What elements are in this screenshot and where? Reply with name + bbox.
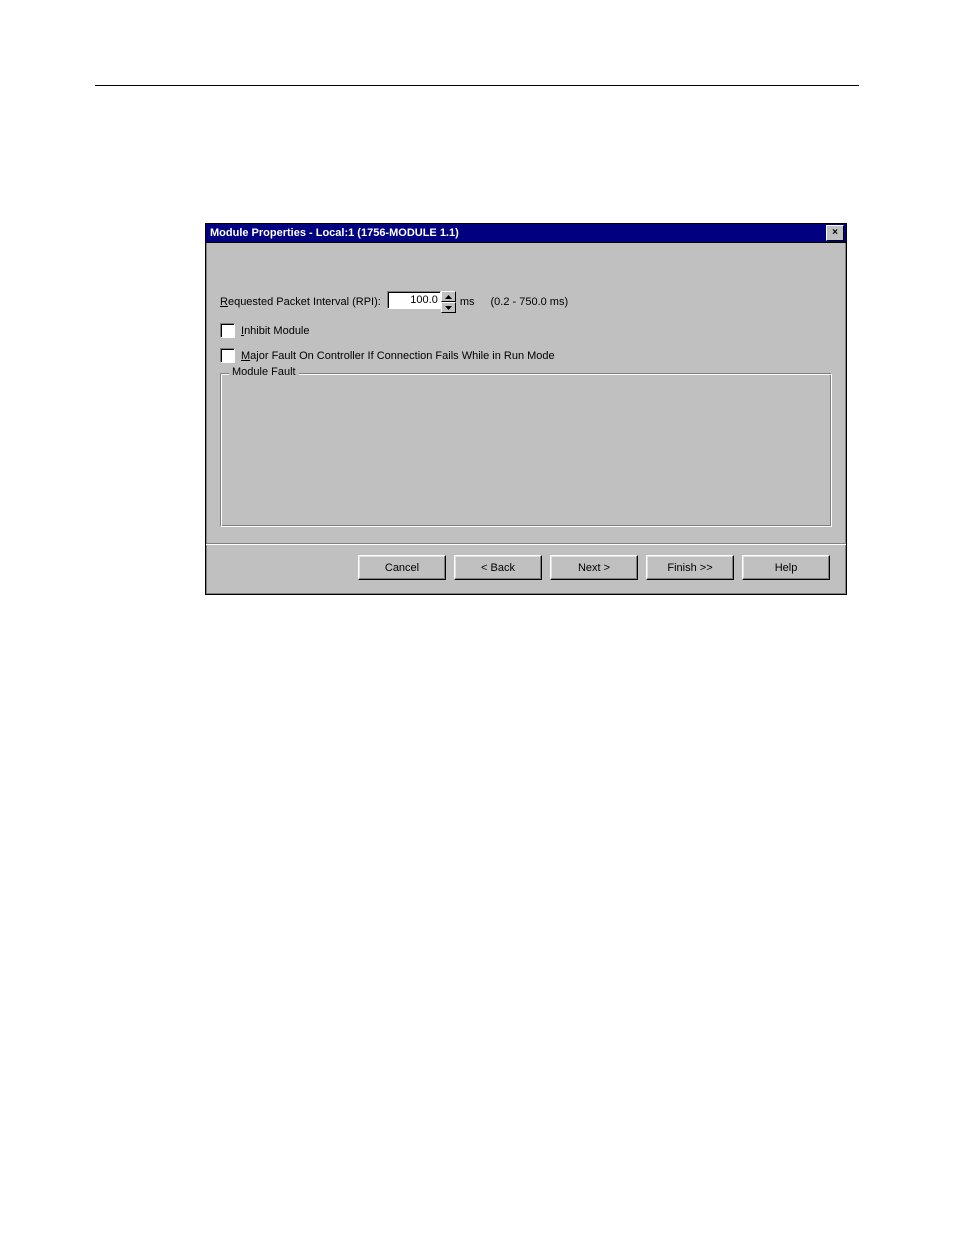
rpi-range: (0.2 - 750.0 ms) [490,296,568,308]
rpi-unit: ms [460,296,475,308]
dialog-title: Module Properties - Local:1 (1756-MODULE… [210,227,459,239]
rpi-spin-wrap: 100.0 [387,291,456,313]
close-icon: × [832,228,838,238]
rpi-input[interactable]: 100.0 [387,291,441,309]
module-fault-legend: Module Fault [229,366,299,378]
finish-button[interactable]: Finish >> [646,555,734,580]
major-fault-label: Major Fault On Controller If Connection … [241,350,555,362]
close-button[interactable]: × [826,225,844,241]
major-fault-row: Major Fault On Controller If Connection … [220,348,832,363]
module-properties-dialog: Module Properties - Local:1 (1756-MODULE… [205,223,847,595]
rpi-spin-up-button[interactable] [441,291,456,302]
inhibit-module-label: Inhibit Module [241,325,310,337]
cancel-button[interactable]: Cancel [358,555,446,580]
major-fault-checkbox[interactable] [220,348,235,363]
inhibit-module-checkbox[interactable] [220,323,235,338]
help-button[interactable]: Help [742,555,830,580]
rpi-label: Requested Packet Interval (RPI): [220,296,381,308]
back-button[interactable]: < Back [454,555,542,580]
dialog-body: Requested Packet Interval (RPI): 100.0 m… [206,243,846,594]
inhibit-module-row: Inhibit Module [220,323,832,338]
rpi-spinner [441,291,456,313]
page-top-rule [95,85,859,86]
button-row: Cancel < Back Next > Finish >> Help [220,555,832,582]
button-separator [206,543,846,545]
rpi-row: Requested Packet Interval (RPI): 100.0 m… [220,291,832,313]
chevron-up-icon [445,295,452,299]
next-button[interactable]: Next > [550,555,638,580]
rpi-spin-down-button[interactable] [441,302,456,313]
titlebar: Module Properties - Local:1 (1756-MODULE… [206,224,846,243]
module-fault-groupbox: Module Fault [220,373,832,527]
chevron-down-icon [445,306,452,310]
